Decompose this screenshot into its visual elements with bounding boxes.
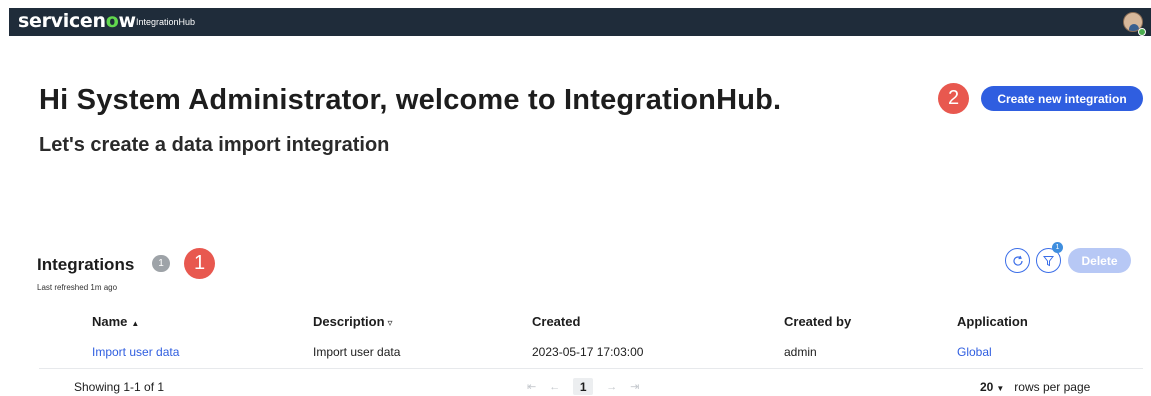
sort-ascending-icon: ▲ [131, 319, 140, 328]
app-name: IntegrationHub [136, 17, 196, 27]
column-header-description[interactable]: Description ▿ [313, 314, 393, 329]
current-page-button[interactable]: 1 [573, 378, 594, 395]
row-created: 2023-05-17 17:03:00 [532, 345, 644, 359]
column-header-application[interactable]: Application [957, 314, 1028, 329]
row-description: Import user data [313, 345, 401, 359]
integrations-list-title: Integrations [37, 255, 135, 274]
top-navigation-bar: servicenow IntegrationHub [9, 8, 1151, 36]
user-status-icon [1138, 28, 1146, 36]
create-new-integration-button[interactable]: Create new integration [981, 86, 1143, 111]
cropped-heading-fragment [0, 0, 1151, 8]
next-page-icon[interactable]: → [606, 381, 617, 393]
integrations-count-badge: 1 [152, 255, 170, 272]
refresh-icon [1012, 255, 1023, 266]
step-callout-2: 2 [938, 83, 969, 114]
row-application-link[interactable]: Global [957, 345, 992, 359]
last-page-icon[interactable]: ⇥ [630, 380, 639, 393]
page-subtitle: Let's create a data import integration [39, 134, 390, 156]
first-page-icon[interactable]: ⇤ [527, 380, 536, 393]
row-created-by: admin [784, 345, 817, 359]
chevron-down-icon[interactable]: ▼ [996, 384, 1004, 393]
rows-per-page-label: rows per page [1014, 380, 1091, 394]
filter-icon [1043, 255, 1054, 266]
column-header-created-by[interactable]: Created by [784, 314, 851, 329]
rows-per-page-selector[interactable]: 20 ▼ rows per page [980, 380, 1090, 394]
delete-button[interactable]: Delete [1068, 248, 1131, 273]
page-title: Hi System Administrator, welcome to Inte… [39, 84, 782, 116]
row-divider [39, 368, 1143, 369]
rows-per-page-value[interactable]: 20 [980, 380, 993, 394]
pagination-controls: ⇤ ← 1 → ⇥ [527, 378, 639, 395]
pagination-summary: Showing 1-1 of 1 [74, 380, 165, 394]
step-callout-1: 1 [184, 248, 215, 279]
servicenow-logo[interactable]: servicenow [18, 10, 136, 32]
column-header-created[interactable]: Created [532, 314, 580, 329]
filter-count-badge: 1 [1052, 242, 1063, 253]
last-refreshed-text: Last refreshed 1m ago [37, 283, 118, 292]
refresh-button[interactable] [1005, 248, 1030, 273]
column-header-name[interactable]: Name ▲ [92, 314, 139, 329]
row-name-link[interactable]: Import user data [92, 345, 179, 359]
previous-page-icon[interactable]: ← [549, 381, 560, 393]
column-filter-icon: ▿ [387, 318, 393, 329]
